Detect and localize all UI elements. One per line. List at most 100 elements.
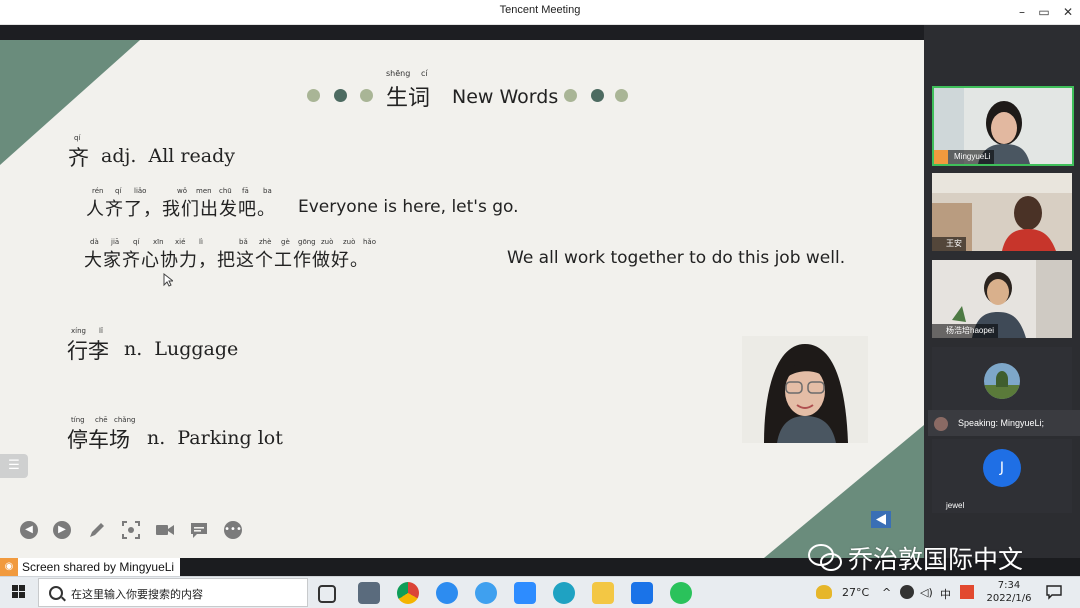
- clock-time: 7:34: [997, 580, 1021, 591]
- taskbar-search-input[interactable]: 在这里输入你要搜索的内容: [38, 578, 308, 607]
- screenshot-icon[interactable]: [121, 520, 141, 540]
- host-icon: [934, 150, 948, 164]
- example-pinyin: qí: [115, 187, 122, 195]
- camera-icon[interactable]: [155, 520, 175, 540]
- slide-title-chinese: 生词: [386, 86, 431, 111]
- sogou-icon[interactable]: [475, 582, 497, 604]
- example-pinyin: bǎ: [239, 238, 248, 246]
- title-bar: Tencent Meeting – ▭ ✕: [0, 0, 1080, 25]
- example-sentence-2: 大家齐心协力，把这个工作做好。: [84, 250, 369, 271]
- example-pinyin: xié: [175, 238, 186, 246]
- example-pinyin: lì: [199, 238, 203, 246]
- example-pinyin: ba: [263, 187, 272, 195]
- shared-slide: shēng cí 生词 New Words qí 齐 adj. All read…: [0, 40, 924, 558]
- participant-tile-mingyueli[interactable]: MingyueLi: [932, 86, 1074, 166]
- speaking-indicator: Speaking: MingyueLi;: [928, 410, 1080, 436]
- taskbar-clock[interactable]: 7:34 2022/1/6: [986, 579, 1032, 605]
- word-pinyin: xíng: [71, 327, 86, 335]
- example-pinyin: qí: [133, 238, 140, 246]
- word-pinyin: qí: [74, 134, 81, 142]
- example-pinyin: zuò: [321, 238, 334, 246]
- title-dot: [564, 89, 577, 102]
- vocab-definition: n. Luggage: [124, 338, 239, 360]
- slide-list-icon[interactable]: ☰: [0, 454, 28, 478]
- presenter-avatar: [764, 344, 848, 443]
- slide-back-arrow-icon[interactable]: [871, 511, 891, 528]
- vocab-word-xingli: 行李: [67, 339, 109, 363]
- example-pinyin: fā: [242, 187, 249, 195]
- edge-icon[interactable]: [553, 582, 575, 604]
- example-pinyin: rén: [92, 187, 104, 195]
- watermark-text: 乔治敦国际中文: [848, 545, 1024, 574]
- more-options-icon[interactable]: •••: [224, 521, 242, 539]
- participant-name: 杨浩培haopei: [932, 324, 999, 338]
- example-pinyin: zuò: [343, 238, 356, 246]
- tencent-meeting-icon[interactable]: [631, 582, 653, 604]
- weather-icon: [816, 585, 832, 599]
- task-view-icon[interactable]: [318, 585, 336, 603]
- participant-tile-haopei[interactable]: 杨浩培haopei: [932, 260, 1072, 338]
- word-pinyin: chē: [95, 416, 108, 424]
- meeting-top-strip: [0, 25, 924, 40]
- file-explorer-icon[interactable]: [592, 582, 614, 604]
- comment-icon[interactable]: [189, 520, 209, 540]
- participant-tile-jewel[interactable]: J jewel: [932, 439, 1072, 513]
- volume-icon[interactable]: ◁): [920, 586, 933, 599]
- search-icon: [49, 586, 63, 600]
- title-dot: [591, 89, 604, 102]
- vocab-definition: n. Parking lot: [147, 427, 283, 449]
- zoom-icon[interactable]: [514, 582, 536, 604]
- example-pinyin: zhè: [259, 238, 272, 246]
- windows-taskbar: 在这里输入你要搜索的内容 27°C ^ ◁) 中 7:34 2022/1/6: [0, 576, 1080, 608]
- feishu-icon[interactable]: [436, 582, 458, 604]
- qq-icon[interactable]: [900, 585, 914, 599]
- example-translation-1: Everyone is here, let's go.: [298, 197, 519, 217]
- title-dot: [334, 89, 347, 102]
- restore-button[interactable]: ▭: [1032, 2, 1056, 22]
- word-pinyin: tíng: [71, 416, 85, 424]
- vocab-word-tingchechang: 停车场: [67, 428, 130, 452]
- example-pinyin: dà: [90, 238, 99, 246]
- app-tray-icon[interactable]: [960, 585, 974, 599]
- window-title: Tencent Meeting: [499, 4, 581, 16]
- example-pinyin: gōng: [298, 238, 316, 246]
- example-pinyin: chū: [219, 187, 232, 195]
- example-pinyin: gè: [281, 238, 290, 246]
- example-pinyin: men: [196, 187, 212, 195]
- example-pinyin: xīn: [153, 238, 164, 246]
- minimize-button[interactable]: –: [1010, 2, 1034, 22]
- screen-share-tag[interactable]: ◉ Screen shared by MingyueLi: [0, 558, 181, 576]
- search-placeholder: 在这里输入你要搜索的内容: [71, 588, 203, 601]
- mouse-cursor-icon: [163, 273, 173, 287]
- tray-chevron-icon[interactable]: ^: [882, 586, 891, 599]
- user-icon: ◉: [0, 558, 18, 576]
- word-pinyin: lǐ: [99, 327, 103, 335]
- presenter-video: [742, 336, 868, 443]
- weather-temperature[interactable]: 27°C: [842, 586, 869, 599]
- slide-title-english: New Words: [452, 86, 559, 108]
- word-pinyin: chǎng: [114, 416, 136, 424]
- notification-icon[interactable]: [1046, 584, 1062, 600]
- participant-name: jewel: [946, 501, 965, 510]
- close-button[interactable]: ✕: [1056, 2, 1080, 22]
- ime-indicator[interactable]: 中: [940, 586, 951, 602]
- windows-start-icon[interactable]: [0, 577, 38, 608]
- wechat-icon[interactable]: [670, 582, 692, 604]
- next-slide-button[interactable]: ▶: [53, 521, 71, 539]
- example-sentence-1: 人齐了，我们出发吧。: [86, 199, 276, 220]
- example-pinyin: wǒ: [177, 187, 188, 195]
- title-pinyin: cí: [421, 69, 428, 78]
- pen-icon[interactable]: [87, 520, 107, 540]
- example-pinyin: jiā: [111, 238, 120, 246]
- share-label: Screen shared by MingyueLi: [22, 560, 175, 574]
- calculator-icon[interactable]: [358, 582, 380, 604]
- title-dot: [360, 89, 373, 102]
- clock-date: 2022/1/6: [986, 593, 1032, 604]
- chrome-icon[interactable]: [397, 582, 419, 604]
- example-translation-2: We all work together to do this job well…: [507, 248, 846, 268]
- previous-slide-button[interactable]: ◀: [20, 521, 38, 539]
- participant-tile-wangan[interactable]: 王安: [932, 173, 1072, 251]
- title-pinyin: shēng: [386, 69, 411, 78]
- speaker-avatar: [934, 416, 948, 431]
- wechat-logo-icon: [808, 544, 842, 571]
